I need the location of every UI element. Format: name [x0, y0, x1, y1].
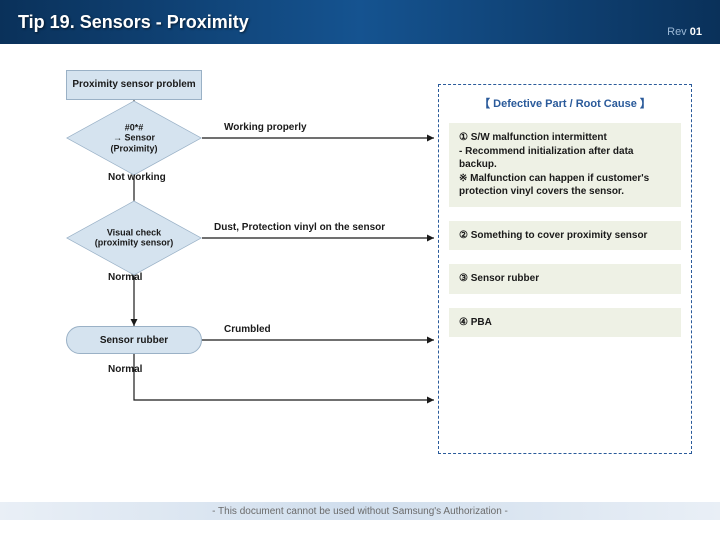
cause-3: ③ Sensor rubber	[449, 264, 681, 294]
decision-label: Visual check (proximity sensor)	[66, 228, 202, 249]
flowchart-canvas: Proximity sensor problem #0*# → Sensor (…	[0, 44, 720, 500]
decision-sensor-test: #0*# → Sensor (Proximity)	[66, 114, 202, 162]
cause-1: ① S/W malfunction intermittent - Recomme…	[449, 123, 681, 207]
slide-title: Tip 19. Sensors - Proximity	[18, 12, 249, 33]
edge-normal-1: Normal	[108, 272, 142, 283]
cause-2: ② Something to cover proximity sensor	[449, 221, 681, 251]
decision-label: #0*# → Sensor (Proximity)	[66, 122, 202, 153]
edge-normal-2: Normal	[108, 364, 142, 375]
cause-4: ④ PBA	[449, 308, 681, 338]
edge-dust-vinyl: Dust, Protection vinyl on the sensor	[214, 222, 385, 233]
revision-label: Rev 01	[667, 26, 702, 38]
slide-header: Tip 19. Sensors - Proximity Rev 01	[0, 0, 720, 44]
footer-text: - This document cannot be used without S…	[0, 506, 720, 517]
decision-visual-check: Visual check (proximity sensor)	[66, 214, 202, 262]
root-cause-panel: 【 Defective Part / Root Cause 】 ① S/W ma…	[438, 84, 692, 454]
edge-crumbled: Crumbled	[224, 324, 271, 335]
edge-not-working: Not working	[108, 172, 166, 183]
panel-title: 【 Defective Part / Root Cause 】	[449, 95, 681, 111]
flow-start: Proximity sensor problem	[66, 70, 202, 100]
node-sensor-rubber: Sensor rubber	[66, 326, 202, 354]
edge-working-properly: Working properly	[224, 122, 307, 133]
